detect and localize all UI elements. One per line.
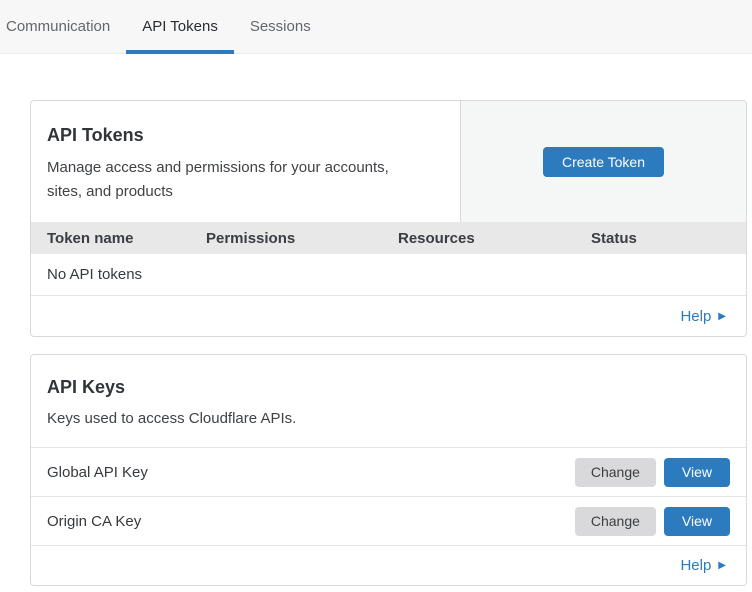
- key-actions: Change View: [575, 507, 730, 536]
- api-tokens-action-panel: Create Token: [460, 101, 746, 222]
- tokens-help-link[interactable]: Help ▶: [680, 308, 726, 325]
- key-label: Global API Key: [47, 464, 148, 481]
- api-tokens-card: API Tokens Manage access and permissions…: [30, 100, 747, 337]
- tokens-empty-row: No API tokens: [31, 254, 746, 296]
- api-keys-card: API Keys Keys used to access Cloudflare …: [30, 354, 747, 586]
- view-button[interactable]: View: [664, 507, 730, 536]
- keys-help-label: Help: [680, 557, 711, 574]
- create-token-button[interactable]: Create Token: [543, 147, 664, 177]
- keys-card-footer: Help ▶: [31, 545, 746, 585]
- change-button[interactable]: Change: [575, 458, 656, 487]
- api-tokens-description: Manage access and permissions for your a…: [47, 156, 425, 204]
- key-row-origin-ca-key: Origin CA Key Change View: [31, 496, 746, 545]
- tokens-help-label: Help: [680, 308, 711, 325]
- key-actions: Change View: [575, 458, 730, 487]
- api-keys-title: API Keys: [47, 377, 730, 398]
- column-header-resources: Resources: [398, 230, 591, 247]
- change-button[interactable]: Change: [575, 507, 656, 536]
- column-header-token-name: Token name: [47, 230, 206, 247]
- tab-bar: Communication API Tokens Sessions: [0, 0, 752, 54]
- page-content: API Tokens Manage access and permissions…: [0, 54, 752, 586]
- key-row-global-api-key: Global API Key Change View: [31, 447, 746, 496]
- column-header-status: Status: [591, 230, 746, 247]
- tab-api-tokens[interactable]: API Tokens: [126, 0, 234, 53]
- api-tokens-title: API Tokens: [47, 125, 444, 146]
- view-button[interactable]: View: [664, 458, 730, 487]
- keys-help-link[interactable]: Help ▶: [680, 557, 726, 574]
- tab-list: Communication API Tokens Sessions: [0, 0, 327, 53]
- api-tokens-card-header-text: API Tokens Manage access and permissions…: [31, 101, 460, 222]
- help-arrow-icon: ▶: [718, 560, 726, 571]
- tokens-card-footer: Help ▶: [31, 296, 746, 336]
- tokens-table-header: Token name Permissions Resources Status: [31, 222, 746, 254]
- help-arrow-icon: ▶: [718, 311, 726, 322]
- api-keys-description: Keys used to access Cloudflare APIs.: [47, 408, 425, 429]
- tab-communication[interactable]: Communication: [0, 0, 126, 53]
- tokens-empty-message: No API tokens: [47, 266, 142, 283]
- key-label: Origin CA Key: [47, 513, 141, 530]
- api-tokens-card-header: API Tokens Manage access and permissions…: [31, 101, 746, 222]
- tab-sessions[interactable]: Sessions: [234, 0, 327, 53]
- column-header-permissions: Permissions: [206, 230, 398, 247]
- api-keys-card-header: API Keys Keys used to access Cloudflare …: [31, 355, 746, 447]
